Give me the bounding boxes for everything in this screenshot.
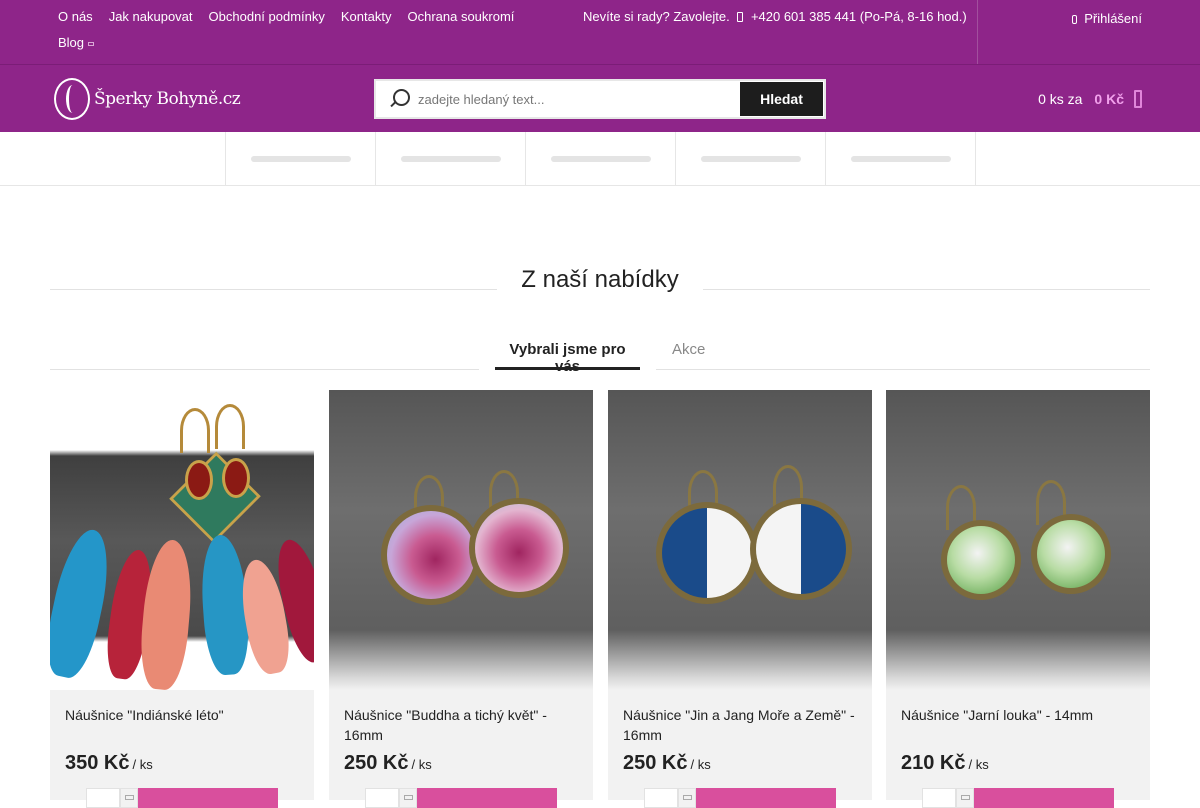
top-bar: O nás Jak nakupovat Obchodní podmínky Konta…: [0, 0, 1200, 64]
quantity-input[interactable]: [365, 788, 399, 808]
product-card[interactable]: Náušnice "Jin a Jang Moře a Země" - 16mm…: [608, 390, 872, 808]
product-image[interactable]: [329, 390, 593, 690]
stone: [185, 460, 213, 500]
stone: [222, 458, 250, 498]
loading-bar: [701, 156, 801, 162]
earring-face: [947, 526, 1015, 594]
add-to-cart-button[interactable]: [696, 788, 836, 808]
product-title[interactable]: Náušnice "Jarní louka" - 14mm: [901, 705, 1136, 725]
menu-item-placeholder[interactable]: [675, 132, 825, 185]
quantity-stepper[interactable]: [956, 788, 974, 808]
opening-hours: (Po-Pá, 8-16 hod.): [859, 9, 967, 24]
quantity-stepper[interactable]: [678, 788, 696, 808]
product-title[interactable]: Náušnice "Jin a Jang Moře a Země" - 16mm: [623, 705, 858, 745]
section-heading: Z naší nabídky: [50, 266, 1150, 296]
loading-bar: [551, 156, 651, 162]
blog-label: Blog: [58, 35, 85, 50]
price-unit: / ks: [132, 757, 153, 772]
user-icon: [1072, 15, 1078, 24]
menu-item-placeholder[interactable]: [375, 132, 525, 185]
nav-link-jak-nakupovat[interactable]: Jak nakupovat: [109, 6, 193, 27]
bag-icon: [1134, 90, 1142, 108]
quantity-stepper[interactable]: [120, 788, 138, 808]
hook: [180, 408, 210, 453]
search-input[interactable]: [410, 81, 740, 117]
quantity-input[interactable]: [922, 788, 956, 808]
earring-face: [387, 511, 475, 599]
nav-link-blog[interactable]: Blog: [58, 32, 95, 53]
divider: [703, 289, 1150, 290]
top-nav: O nás Jak nakupovat Obchodní podmínky Konta…: [50, 6, 570, 50]
price-value: 250 Kč: [623, 752, 688, 774]
loading-bar: [401, 156, 501, 162]
divider: [656, 369, 1150, 370]
login-link[interactable]: Přihlášení: [1072, 11, 1142, 26]
product-price: 250 Kč / ks: [344, 752, 432, 775]
phone-icon: [737, 12, 744, 22]
phone-number[interactable]: +420 601 385 441: [751, 9, 856, 24]
menu-item-placeholder[interactable]: [525, 132, 675, 185]
nav-link-ochrana-soukromi[interactable]: Ochrana soukromí: [407, 6, 514, 27]
divider: [50, 369, 479, 370]
tab-vybrali-jsme-pro-vas[interactable]: Vybrali jsme pro vás: [495, 341, 640, 375]
add-to-cart-button[interactable]: [974, 788, 1114, 808]
loading-bar: [251, 156, 351, 162]
logo-text: Šperky Bohyně.cz: [94, 89, 241, 109]
menu-divider: [975, 132, 976, 185]
divider: [977, 0, 978, 64]
contact-text: Nevíte si rady? Zavolejte.: [583, 9, 730, 24]
chevron-down-icon: [88, 41, 95, 46]
contact-info: Nevíte si rady? Zavolejte. +420 601 385 …: [583, 9, 967, 24]
earring-face: [662, 508, 752, 598]
nav-link-obchodni-podminky[interactable]: Obchodní podmínky: [209, 6, 325, 27]
product-card[interactable]: Náušnice "Jarní louka" - 14mm 210 Kč / ks: [886, 390, 1150, 808]
nav-link-o-nas[interactable]: O nás: [58, 6, 93, 27]
loading-bar: [851, 156, 951, 162]
logo-mark: [54, 78, 90, 120]
nav-link-kontakty[interactable]: Kontakty: [341, 6, 392, 27]
tab-akce[interactable]: Akce: [672, 341, 705, 370]
cart[interactable]: 0 ks za 0 Kč: [1038, 90, 1142, 108]
earring-face: [1037, 520, 1105, 588]
nav-row-2: Blog: [50, 32, 102, 53]
price-unit: / ks: [411, 757, 432, 772]
quantity-input[interactable]: [86, 788, 120, 808]
price-unit: / ks: [690, 757, 711, 772]
product-grid: Náušnice "Indiánské léto" 350 Kč / ks Náu…: [50, 390, 1150, 808]
product-price: 210 Kč / ks: [901, 752, 989, 775]
product-image[interactable]: [608, 390, 872, 690]
earring-face: [475, 504, 563, 592]
login-label: Přihlášení: [1084, 11, 1142, 26]
search-icon: [388, 88, 410, 110]
product-card[interactable]: Náušnice "Buddha a tichý květ" - 16mm 25…: [329, 390, 593, 808]
product-tabs: Vybrali jsme pro vás Akce: [50, 336, 1150, 375]
price-value: 350 Kč: [65, 752, 130, 774]
quantity-input[interactable]: [644, 788, 678, 808]
product-image[interactable]: [50, 390, 314, 690]
search-button[interactable]: Hledat: [740, 82, 823, 116]
product-card[interactable]: Náušnice "Indiánské léto" 350 Kč / ks: [50, 390, 314, 808]
cart-price: 0 Kč: [1094, 91, 1124, 107]
add-to-cart-button[interactable]: [417, 788, 557, 808]
earring-face: [756, 504, 846, 594]
product-price: 250 Kč / ks: [623, 752, 711, 775]
quantity-stepper[interactable]: [399, 788, 417, 808]
product-title[interactable]: Náušnice "Indiánské léto": [65, 705, 300, 725]
product-price: 350 Kč / ks: [65, 752, 153, 775]
menu-item-placeholder[interactable]: [225, 132, 375, 185]
product-title[interactable]: Náušnice "Buddha a tichý květ" - 16mm: [344, 705, 579, 745]
hook: [215, 404, 245, 449]
price-unit: / ks: [968, 757, 989, 772]
add-to-cart-button[interactable]: [138, 788, 278, 808]
cart-count: 0 ks za: [1038, 91, 1083, 107]
search-bar: Hledat: [374, 79, 826, 119]
category-menu: [0, 132, 1200, 186]
price-value: 210 Kč: [901, 752, 966, 774]
logo[interactable]: Šperky Bohyně.cz: [54, 77, 241, 121]
product-image[interactable]: [886, 390, 1150, 690]
menu-item-placeholder[interactable]: [825, 132, 975, 185]
price-value: 250 Kč: [344, 752, 409, 774]
header: Šperky Bohyně.cz Hledat 0 ks za 0 Kč: [0, 64, 1200, 132]
